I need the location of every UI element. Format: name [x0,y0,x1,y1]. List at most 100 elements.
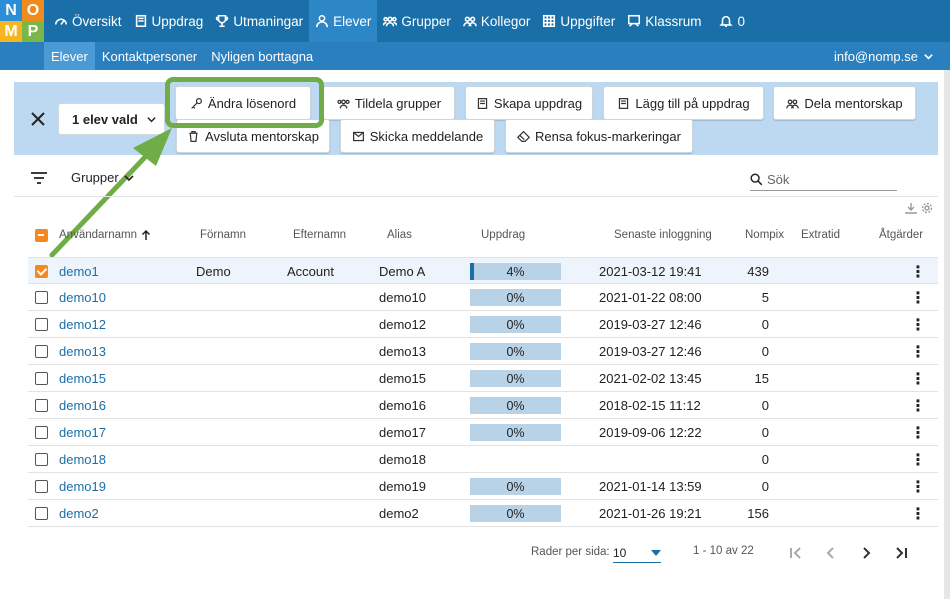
row-actions-menu-icon[interactable]: ⋮ [910,419,926,446]
row-actions-menu-icon[interactable]: ⋮ [910,365,926,392]
row-actions-menu-icon[interactable]: ⋮ [910,473,926,500]
table-row[interactable]: demo10 demo10 0% 2021-01-22 08:00 5 ⋮ [28,284,938,311]
nav-item-grupper[interactable]: Grupper [377,0,457,42]
add-to-assignment-button[interactable]: Lägg till på uppdrag [603,86,764,120]
download-icon[interactable] [905,202,917,214]
search-input[interactable]: Sök [750,168,897,191]
send-message-button[interactable]: Skicka meddelande [340,119,495,153]
row-checkbox[interactable] [35,318,48,331]
nav-item-utmaningar[interactable]: Utmaningar [209,0,309,42]
scrollbar[interactable] [944,70,950,599]
row-actions-menu-icon[interactable]: ⋮ [910,392,926,419]
row-actions-menu-icon[interactable]: ⋮ [910,338,926,365]
row-checkbox[interactable] [35,480,48,493]
assignment-progress-bar: 4% [470,263,561,280]
username-link[interactable]: demo18 [59,446,106,473]
last-login: 2019-03-27 12:46 [599,344,702,359]
row-checkbox[interactable] [35,453,48,466]
row-checkbox[interactable] [35,265,48,278]
table-row[interactable]: demo15 demo15 0% 2021-02-02 13:45 15 ⋮ [28,365,938,392]
group-icon [337,98,350,109]
selection-dropdown[interactable]: 1 elev vald [58,103,165,135]
nav-item-label: Kollegor [480,13,531,29]
chevron-down-icon [147,116,156,122]
row-checkbox[interactable] [35,345,48,358]
username-link[interactable]: demo15 [59,365,106,392]
column-header-extratime[interactable]: Extratid [801,222,840,248]
username-link[interactable]: demo2 [59,500,99,527]
username-link[interactable]: demo10 [59,284,106,311]
table-row[interactable]: demo17 demo17 0% 2019-09-06 12:22 0 ⋮ [28,419,938,446]
alias: demo13 [379,344,426,359]
rows-per-page-select[interactable]: 10 [613,544,661,563]
nav-item-elever[interactable]: Elever [309,0,378,42]
close-selection-button[interactable] [30,111,48,129]
share-mentorship-button[interactable]: Dela mentorskap [773,86,916,120]
settings-gear-icon[interactable] [921,202,933,214]
next-page-button[interactable] [857,544,875,562]
previous-page-button[interactable] [822,544,840,562]
nompix-value: 0 [761,317,769,332]
nav-item-label: Uppgifter [560,13,616,29]
nav-item-notifications[interactable]: 0 [713,0,751,42]
table-row[interactable]: demo1 Demo Account Demo A 4% 2021-03-12 … [28,257,938,284]
colleagues-icon [462,16,477,27]
create-assignment-button[interactable]: Skapa uppdrag [465,86,593,120]
username-link[interactable]: demo17 [59,419,106,446]
table-row[interactable]: demo2 demo2 0% 2021-01-26 19:21 156 ⋮ [28,500,938,527]
notification-count: 0 [737,13,745,29]
column-header-assignments[interactable]: Uppdrag [481,222,525,248]
username-link[interactable]: demo16 [59,392,106,419]
username-link[interactable]: demo1 [59,258,99,285]
row-actions-menu-icon[interactable]: ⋮ [910,258,926,285]
row-actions-menu-icon[interactable]: ⋮ [910,311,926,338]
clear-focus-markings-button[interactable]: Rensa fokus-markeringar [505,119,693,153]
tab-elever[interactable]: Elever [44,42,95,70]
nav-item-oversikt[interactable]: Översikt [48,0,128,42]
row-checkbox[interactable] [35,507,48,520]
assignment-progress-bar: 0% [470,424,561,441]
book-icon [135,14,146,28]
column-header-alias[interactable]: Alias [387,222,412,248]
row-checkbox[interactable] [35,426,48,439]
username-link[interactable]: demo19 [59,473,106,500]
filter-menu-button[interactable] [30,170,48,186]
nav-item-uppgifter[interactable]: Uppgifter [536,0,621,42]
first-page-button[interactable] [787,544,805,562]
nav-item-uppdrag[interactable]: Uppdrag [128,0,210,42]
row-checkbox[interactable] [35,372,48,385]
column-header-firstname[interactable]: Förnamn [200,222,246,248]
table-row[interactable]: demo13 demo13 0% 2019-03-27 12:46 0 ⋮ [28,338,938,365]
button-label: Avsluta mentorskap [205,128,319,144]
group-filter-dropdown[interactable]: Grupper [71,170,135,185]
table-row[interactable]: demo19 demo19 0% 2021-01-14 13:59 0 ⋮ [28,473,938,500]
checkbox-indeterminate[interactable] [35,228,48,242]
assign-groups-button[interactable]: Tildela grupper [323,86,455,120]
tab-nyligen-borttagna[interactable]: Nyligen borttagna [204,42,320,70]
column-header-nompix[interactable]: Nompix [745,222,784,248]
alias: demo16 [379,398,426,413]
last-name: Account [287,264,334,279]
row-checkbox[interactable] [35,399,48,412]
table-row[interactable]: demo16 demo16 0% 2018-02-15 11:12 0 ⋮ [28,392,938,419]
table-row[interactable]: demo12 demo12 0% 2019-03-27 12:46 0 ⋮ [28,311,938,338]
row-actions-menu-icon[interactable]: ⋮ [910,284,926,311]
nav-item-kollegor[interactable]: Kollegor [457,0,537,42]
nomp-logo[interactable]: N O M P [0,0,44,42]
select-all-checkbox[interactable] [35,222,48,248]
row-actions-menu-icon[interactable]: ⋮ [910,500,926,527]
column-header-lastname[interactable]: Efternamn [293,222,346,248]
username-link[interactable]: demo12 [59,311,106,338]
username-link[interactable]: demo13 [59,338,106,365]
tab-kontaktpersoner[interactable]: Kontaktpersoner [95,42,204,70]
row-actions-menu-icon[interactable]: ⋮ [910,446,926,473]
last-login: 2021-03-12 19:41 [599,264,702,279]
column-header-last-login[interactable]: Senaste inloggning [614,222,712,248]
row-checkbox[interactable] [35,291,48,304]
button-label: Rensa fokus-markeringar [535,128,681,144]
table-row[interactable]: demo18 demo18 0 ⋮ [28,446,938,473]
column-header-username[interactable]: Användarnamn [59,222,151,248]
nav-item-klassrum[interactable]: Klassrum [621,0,707,42]
last-page-button[interactable] [892,544,910,562]
user-menu[interactable]: info@nomp.se [834,42,934,70]
